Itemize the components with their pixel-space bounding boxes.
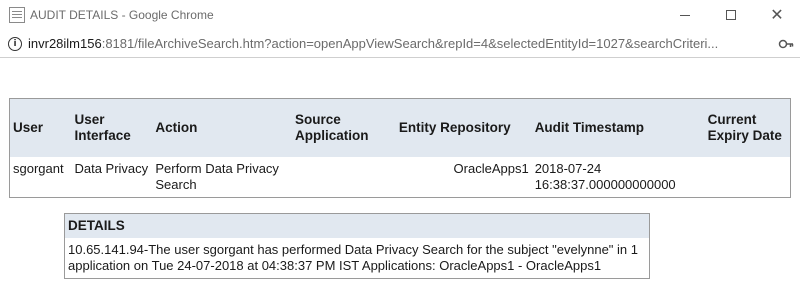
window-title: AUDIT DETAILS - Google Chrome bbox=[30, 8, 214, 22]
cell-current-expiry-date bbox=[705, 157, 791, 198]
table-header-row: User User Interface Action Source Applic… bbox=[9, 98, 791, 157]
minimize-button[interactable] bbox=[662, 0, 708, 30]
minimize-icon bbox=[680, 14, 690, 16]
header-entity-repository: Entity Repository bbox=[395, 98, 532, 157]
cell-user-interface: Data Privacy bbox=[74, 160, 149, 176]
header-source-application: Source Application bbox=[292, 98, 396, 157]
cell-audit-timestamp: 2018-07-24 16:38:37.000000000000 bbox=[534, 160, 676, 192]
window-title-bar: AUDIT DETAILS - Google Chrome ✕ bbox=[0, 0, 800, 30]
address-bar[interactable]: i invr28ilm156:8181/fileArchiveSearch.ht… bbox=[0, 30, 800, 58]
header-audit-timestamp: Audit Timestamp bbox=[531, 98, 705, 157]
cell-action: Perform Data Privacy Search bbox=[155, 160, 279, 192]
header-user-interface: User Interface bbox=[71, 98, 153, 157]
maximize-button[interactable] bbox=[708, 0, 754, 30]
cell-user: sgorgant bbox=[13, 160, 64, 176]
url-host: invr28ilm156 bbox=[28, 36, 102, 51]
maximize-icon bbox=[726, 10, 736, 20]
key-icon[interactable] bbox=[778, 36, 794, 52]
cell-entity-repository: OracleApps1 bbox=[453, 160, 529, 176]
table-row: sgorgant Data Privacy Perform Data Priva… bbox=[10, 157, 791, 198]
details-panel: DETAILS 10.65.141.94-The user sgorgant h… bbox=[64, 213, 650, 279]
details-text: 10.65.141.94-The user sgorgant has perfo… bbox=[65, 238, 649, 278]
url-text[interactable]: invr28ilm156:8181/fileArchiveSearch.htm?… bbox=[28, 36, 784, 51]
site-info-icon[interactable]: i bbox=[8, 36, 22, 51]
url-path: :8181/fileArchiveSearch.htm?action=openA… bbox=[101, 36, 719, 51]
close-icon: ✕ bbox=[770, 5, 784, 24]
header-action: Action bbox=[152, 98, 293, 157]
page-icon bbox=[9, 7, 25, 23]
header-current-expiry-date: Current Expiry Date bbox=[704, 98, 791, 157]
close-button[interactable]: ✕ bbox=[754, 0, 800, 30]
window-controls: ✕ bbox=[662, 0, 800, 30]
header-user: User bbox=[9, 98, 72, 157]
cell-source-application bbox=[292, 157, 396, 198]
audit-table: User User Interface Action Source Applic… bbox=[9, 98, 791, 198]
details-heading: DETAILS bbox=[65, 214, 649, 238]
